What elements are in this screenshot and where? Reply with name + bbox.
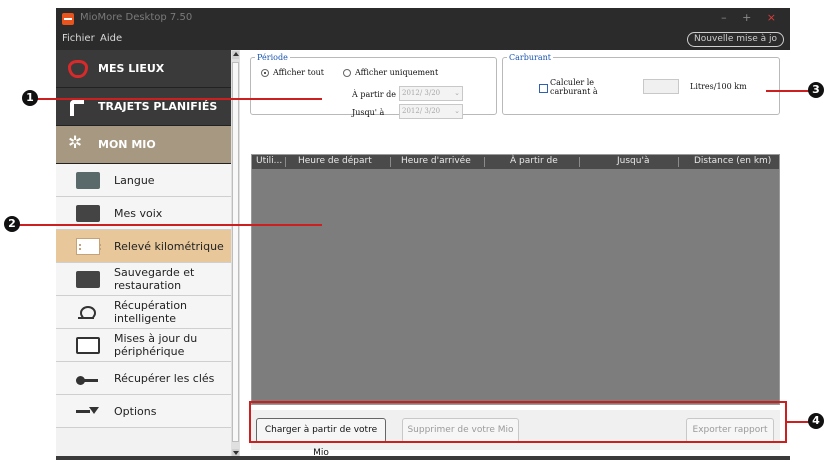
- language-icon: [76, 172, 100, 189]
- sidebar-header-label: TRAJETS PLANIFIÉS: [98, 100, 218, 113]
- callout-line-3: [766, 90, 811, 92]
- sidebar-header-trajets[interactable]: TRAJETS PLANIFIÉS: [56, 88, 231, 126]
- afficher-uniquement-label: Afficher uniquement: [355, 68, 439, 77]
- liters-unit-label: Litres/100 km: [690, 82, 747, 91]
- maximize-icon[interactable]: +: [742, 11, 757, 24]
- backup-icon: [76, 271, 100, 288]
- scroll-thumb[interactable]: [232, 62, 239, 442]
- sidebar-item-label: Récupérer les clés: [114, 372, 215, 385]
- gear-icon: ✲: [68, 133, 83, 153]
- voices-icon: [76, 205, 100, 222]
- column-separator: [285, 157, 286, 167]
- route-icon: [68, 98, 88, 116]
- carburant-legend: Carburant: [509, 53, 551, 62]
- chevron-down-icon: [233, 451, 239, 455]
- to-date-value: 2012/ 3/20: [402, 107, 441, 115]
- callout-line-2: [16, 224, 322, 226]
- sidebar-item-label: Mes voix: [114, 207, 163, 220]
- sidebar-item-releve-kilometrique[interactable]: Relevé kilométrique: [56, 230, 231, 263]
- sidebar-item-label: Langue: [114, 174, 155, 187]
- sidebar-header-label: MES LIEUX: [98, 62, 165, 75]
- sidebar-item-label: Relevé kilométrique: [114, 240, 224, 253]
- heart-outline-icon: [68, 60, 88, 78]
- liters-input[interactable]: [643, 79, 679, 94]
- sidebar-item-label: Sauvegarde et restauration: [114, 266, 195, 292]
- sidebar-item-options[interactable]: Options: [56, 395, 231, 428]
- sidebar-item-label: Récupération intelligente: [114, 299, 188, 325]
- calc-fuel-checkbox[interactable]: [539, 84, 548, 93]
- options-arrow-icon: [76, 403, 100, 420]
- menu-aide[interactable]: Aide: [100, 33, 122, 44]
- app-window: MioMore Desktop 7.50 – + × Fichier Aide …: [56, 8, 790, 460]
- highlight-box-4: [249, 401, 787, 443]
- sidebar-item-langue[interactable]: Langue: [56, 164, 231, 197]
- sidebar-item-label: Options: [114, 405, 157, 418]
- trips-table: Utili... Heure de départ Heure d'arrivée…: [251, 154, 780, 405]
- menu-bar: Fichier Aide Nouvelle mise à jo: [56, 30, 790, 50]
- sidebar-item-recuperation[interactable]: Récupération intelligente: [56, 296, 231, 329]
- callout-marker-1: 1: [22, 90, 38, 106]
- callout-marker-2: 2: [4, 216, 20, 232]
- menu-fichier[interactable]: Fichier: [62, 33, 95, 44]
- key-icon: [76, 370, 100, 387]
- column-separator: [390, 157, 391, 167]
- status-bar: [56, 456, 790, 460]
- from-label: À partir de: [352, 90, 397, 99]
- window-controls: – + ×: [721, 11, 782, 24]
- sidebar-item-label: Mises à jour du périphérique: [114, 332, 198, 358]
- callout-marker-3: 3: [808, 82, 824, 98]
- sidebar-header-label: MON MIO: [98, 138, 156, 151]
- title-bar: MioMore Desktop 7.50 – + ×: [56, 8, 790, 30]
- column-separator: [484, 157, 485, 167]
- column-separator: [579, 157, 580, 167]
- callout-marker-4: 4: [808, 413, 824, 429]
- calc-fuel-label: Calculer le carburant à: [550, 78, 598, 96]
- sidebar-scrollbar[interactable]: [231, 50, 240, 460]
- sidebar-header-mes-lieux[interactable]: MES LIEUX: [56, 50, 231, 88]
- scroll-up-button[interactable]: [232, 51, 239, 59]
- callout-line-1: [36, 98, 322, 100]
- minimize-icon[interactable]: –: [721, 11, 733, 24]
- column-header-heure-depart[interactable]: Heure de départ: [298, 156, 372, 166]
- to-date-input[interactable]: 2012/ 3/20 ⌄: [399, 104, 463, 119]
- column-header-utilisateur[interactable]: Utili...: [256, 156, 282, 166]
- afficher-tout-label: Afficher tout: [273, 68, 325, 77]
- from-date-input[interactable]: 2012/ 3/20 ⌄: [399, 86, 463, 101]
- periode-legend: Période: [257, 53, 288, 62]
- device-update-icon: [76, 337, 100, 354]
- column-header-heure-arrivee[interactable]: Heure d'arrivée: [401, 156, 471, 166]
- sidebar: MES LIEUX TRAJETS PLANIFIÉS ✲ MON MIO La…: [56, 50, 231, 460]
- chevron-down-icon: ⌄: [454, 107, 460, 115]
- column-header-a-partir-de[interactable]: À partir de: [510, 156, 558, 166]
- chevron-up-icon: [233, 52, 239, 56]
- smart-recovery-icon: [76, 304, 100, 321]
- column-header-distance[interactable]: Distance (en km): [694, 156, 771, 166]
- to-label: Jusqu' à: [352, 108, 385, 117]
- column-separator: [678, 157, 679, 167]
- app-logo-icon: [62, 13, 74, 25]
- radio-afficher-uniquement[interactable]: [343, 69, 351, 77]
- odometer-icon: [76, 238, 101, 255]
- chevron-down-icon: ⌄: [454, 89, 460, 97]
- radio-afficher-tout[interactable]: [261, 69, 269, 77]
- from-date-value: 2012/ 3/20: [402, 89, 441, 97]
- sidebar-header-mon-mio[interactable]: ✲ MON MIO: [56, 126, 231, 164]
- window-title: MioMore Desktop 7.50: [80, 12, 193, 23]
- update-button[interactable]: Nouvelle mise à jo: [687, 32, 784, 47]
- table-header: Utili... Heure de départ Heure d'arrivée…: [252, 155, 779, 169]
- main-panel: Période Afficher tout Afficher uniquemen…: [240, 50, 790, 460]
- sidebar-item-mises-a-jour[interactable]: Mises à jour du périphérique: [56, 329, 231, 362]
- sidebar-item-sauvegarde[interactable]: Sauvegarde et restauration: [56, 263, 231, 296]
- close-icon[interactable]: ×: [767, 11, 782, 24]
- sidebar-item-recuperer-cles[interactable]: Récupérer les clés: [56, 362, 231, 395]
- column-header-jusqua[interactable]: Jusqu'à: [617, 156, 649, 166]
